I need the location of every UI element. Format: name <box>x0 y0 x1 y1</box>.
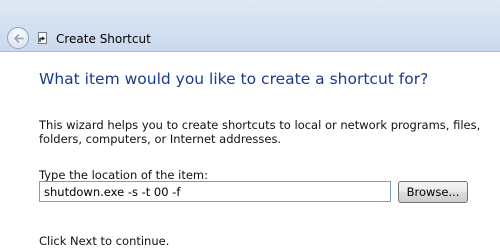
back-button[interactable] <box>7 27 29 49</box>
location-input[interactable] <box>39 181 391 202</box>
page-heading: What item would you like to create a sho… <box>39 70 429 88</box>
wizard-description: This wizard helps you to create shortcut… <box>39 118 481 146</box>
title-bar: Create Shortcut <box>0 0 500 52</box>
continue-instruction: Click Next to continue. <box>39 234 170 248</box>
shortcut-wizard-icon <box>38 32 47 44</box>
location-label: Type the location of the item: <box>39 168 209 182</box>
back-arrow-icon <box>14 34 24 43</box>
browse-button[interactable]: Browse... <box>398 181 468 203</box>
window-title: Create Shortcut <box>56 32 151 46</box>
